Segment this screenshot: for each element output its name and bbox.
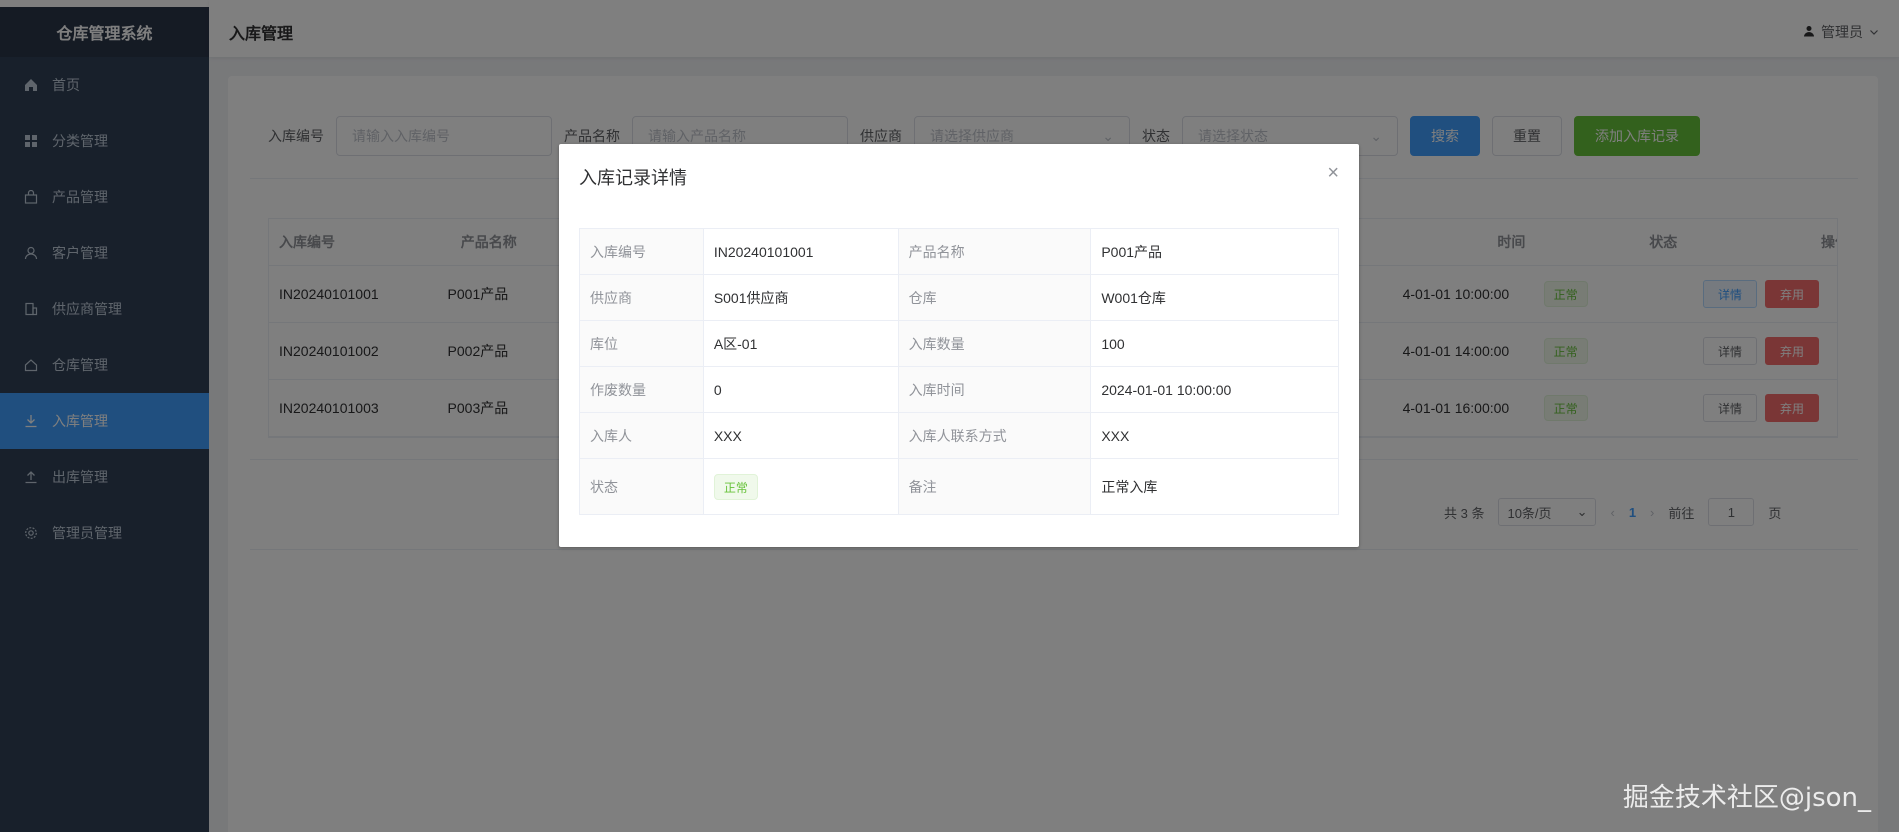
detail-value: 100 bbox=[1090, 320, 1339, 367]
detail-row: 入库编号 IN20240101001 产品名称 P001产品 bbox=[579, 228, 1339, 275]
detail-label: 入库人联系方式 bbox=[897, 412, 1092, 459]
detail-label: 入库编号 bbox=[579, 228, 704, 275]
detail-row: 入库人 XXX 入库人联系方式 XXX bbox=[579, 412, 1339, 459]
detail-label: 入库人 bbox=[579, 412, 704, 459]
detail-label: 入库时间 bbox=[897, 366, 1092, 413]
detail-value: 正常 bbox=[702, 458, 899, 515]
detail-row: 供应商 S001供应商 仓库 W001仓库 bbox=[579, 274, 1339, 321]
detail-label: 状态 bbox=[579, 458, 704, 515]
detail-value: 2024-01-01 10:00:00 bbox=[1090, 366, 1339, 413]
detail-value: A区-01 bbox=[702, 320, 899, 367]
detail-value: 0 bbox=[702, 366, 899, 413]
detail-value: XXX bbox=[702, 412, 899, 459]
detail-row: 状态 正常 备注 正常入库 bbox=[579, 458, 1339, 515]
detail-value: P001产品 bbox=[1090, 228, 1339, 275]
watermark: 掘金技术社区@json_ bbox=[1622, 783, 1871, 813]
detail-value: XXX bbox=[1090, 412, 1339, 459]
detail-descriptions: 入库编号 IN20240101001 产品名称 P001产品 供应商 S001供… bbox=[579, 228, 1339, 515]
detail-label: 备注 bbox=[897, 458, 1092, 515]
detail-value: S001供应商 bbox=[702, 274, 899, 321]
detail-value: W001仓库 bbox=[1090, 274, 1339, 321]
detail-label: 入库数量 bbox=[897, 320, 1092, 367]
detail-label: 作废数量 bbox=[579, 366, 704, 413]
detail-label: 仓库 bbox=[897, 274, 1092, 321]
inbound-detail-dialog: 入库记录详情 × 入库编号 IN20240101001 产品名称 P001产品 … bbox=[559, 144, 1359, 547]
detail-label: 库位 bbox=[579, 320, 704, 367]
detail-value: 正常入库 bbox=[1090, 458, 1339, 515]
detail-row: 库位 A区-01 入库数量 100 bbox=[579, 320, 1339, 367]
detail-value: IN20240101001 bbox=[702, 228, 899, 275]
detail-row: 作废数量 0 入库时间 2024-01-01 10:00:00 bbox=[579, 366, 1339, 413]
detail-label: 供应商 bbox=[579, 274, 704, 321]
status-badge: 正常 bbox=[713, 473, 758, 500]
detail-label: 产品名称 bbox=[897, 228, 1092, 275]
close-icon[interactable]: × bbox=[1327, 162, 1339, 185]
dialog-title: 入库记录详情 bbox=[579, 168, 687, 188]
